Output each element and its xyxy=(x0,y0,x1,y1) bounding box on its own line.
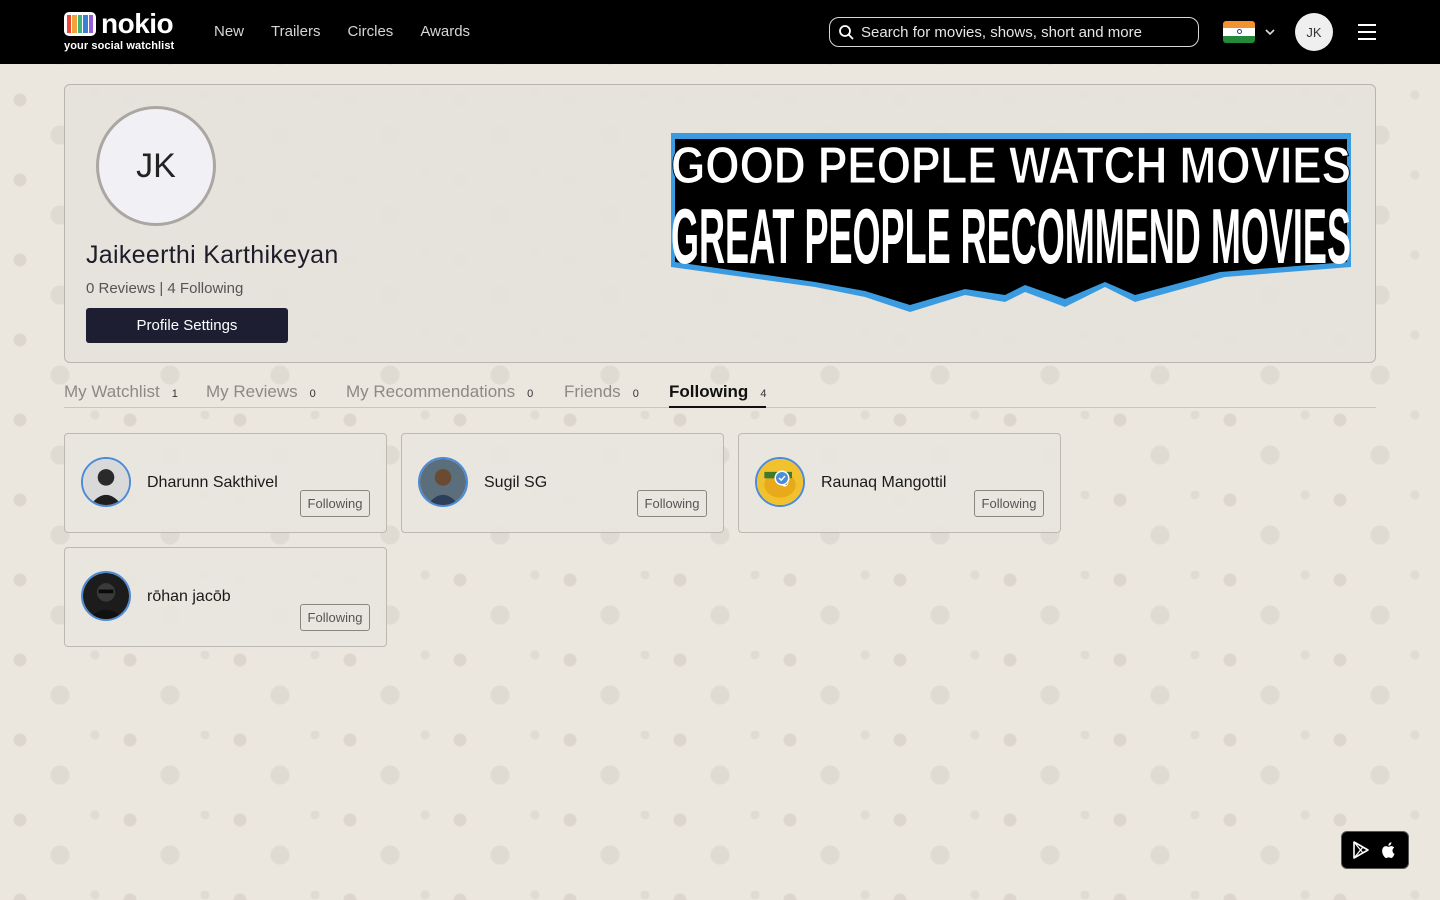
tab-count: 0 xyxy=(309,388,316,400)
profile-banner: GOOD PEOPLE WATCH MOVIES GREAT PEOPLE RE… xyxy=(671,133,1352,312)
nokio-logo[interactable]: nokio your social watchlist xyxy=(64,8,176,52)
hamburger-menu-icon[interactable] xyxy=(1357,22,1377,42)
tab-my-watchlist[interactable]: My Watchlist 1 xyxy=(64,382,178,408)
tab-following[interactable]: Following 4 xyxy=(669,382,767,408)
following-card[interactable]: Raunaq Mangottil Following xyxy=(738,433,1061,533)
top-navbar: nokio your social watchlist New Trailers… xyxy=(0,0,1440,64)
following-button[interactable]: Following xyxy=(300,604,370,631)
banner-line-2: GREAT PEOPLE RECOMMEND MOVIES xyxy=(671,192,1351,280)
logo-tagline: your social watchlist xyxy=(64,40,175,52)
tab-my-reviews[interactable]: My Reviews 0 xyxy=(206,382,316,408)
user-avatar xyxy=(81,457,131,507)
user-name[interactable]: Sugil SG xyxy=(484,474,547,492)
verified-badge-icon xyxy=(774,470,790,486)
nav-awards[interactable]: Awards xyxy=(420,22,470,42)
following-card[interactable]: rōhan jacōb Following xyxy=(64,547,387,647)
logo-wordmark: nokio xyxy=(101,8,174,39)
search-input[interactable] xyxy=(861,23,1181,41)
following-button[interactable]: Following xyxy=(637,490,707,517)
user-name[interactable]: Dharunn Sakthivel xyxy=(147,474,278,492)
tab-count: 4 xyxy=(760,388,767,400)
nav-new[interactable]: New xyxy=(214,22,244,42)
following-card[interactable]: Sugil SG Following xyxy=(401,433,724,533)
tab-friends[interactable]: Friends 0 xyxy=(564,382,639,408)
profile-stats: 0 Reviews | 4 Following xyxy=(86,280,244,297)
chevron-down-icon[interactable] xyxy=(1263,25,1277,39)
profile-tabs: My Watchlist 1 My Reviews 0 My Recommend… xyxy=(64,382,1376,408)
banner-line-1: GOOD PEOPLE WATCH MOVIES xyxy=(671,137,1351,195)
app-download-badge[interactable] xyxy=(1341,831,1409,869)
nav-circles[interactable]: Circles xyxy=(347,22,393,42)
user-avatar xyxy=(418,457,468,507)
search-icon xyxy=(839,25,854,40)
user-avatar[interactable]: JK xyxy=(1295,13,1333,51)
india-flag-icon[interactable] xyxy=(1223,21,1255,43)
nav-trailers[interactable]: Trailers xyxy=(271,22,320,42)
tv-logo-icon xyxy=(64,12,96,36)
profile-name: Jaikeerthi Karthikeyan xyxy=(86,241,339,269)
tab-count: 0 xyxy=(527,388,534,400)
profile-card: JK Jaikeerthi Karthikeyan 0 Reviews | 4 … xyxy=(64,84,1376,363)
profile-settings-button[interactable]: Profile Settings xyxy=(86,308,288,343)
user-avatar xyxy=(81,571,131,621)
user-name[interactable]: Raunaq Mangottil xyxy=(821,474,946,492)
tab-my-recommendations[interactable]: My Recommendations 0 xyxy=(346,382,533,408)
google-play-icon[interactable] xyxy=(1351,840,1371,860)
following-card[interactable]: Dharunn Sakthivel Following xyxy=(64,433,387,533)
following-button[interactable]: Following xyxy=(300,490,370,517)
profile-avatar: JK xyxy=(96,106,216,226)
following-button[interactable]: Following xyxy=(974,490,1044,517)
apple-icon[interactable] xyxy=(1379,840,1399,860)
main-nav: New Trailers Circles Awards xyxy=(214,22,497,42)
tab-count: 1 xyxy=(171,388,178,400)
tab-count: 0 xyxy=(632,388,639,400)
search-bar[interactable] xyxy=(829,17,1199,47)
user-name[interactable]: rōhan jacōb xyxy=(147,588,231,606)
